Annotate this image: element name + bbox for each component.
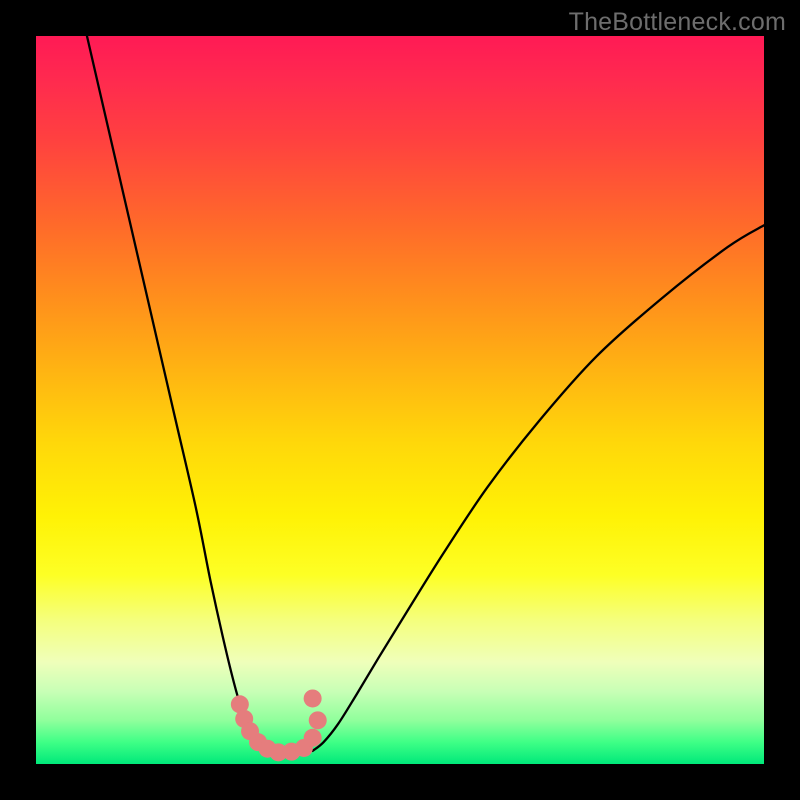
chart-svg: [36, 36, 764, 764]
plot-area: [36, 36, 764, 764]
chart-frame: TheBottleneck.com: [0, 0, 800, 800]
curve-right-branch: [313, 225, 764, 751]
data-dot: [304, 689, 322, 707]
data-dot: [309, 711, 327, 729]
curve-group: [87, 36, 764, 751]
curve-left-branch: [87, 36, 264, 751]
watermark-text: TheBottleneck.com: [569, 8, 786, 37]
dot-group: [231, 689, 327, 761]
data-dot: [304, 729, 322, 747]
